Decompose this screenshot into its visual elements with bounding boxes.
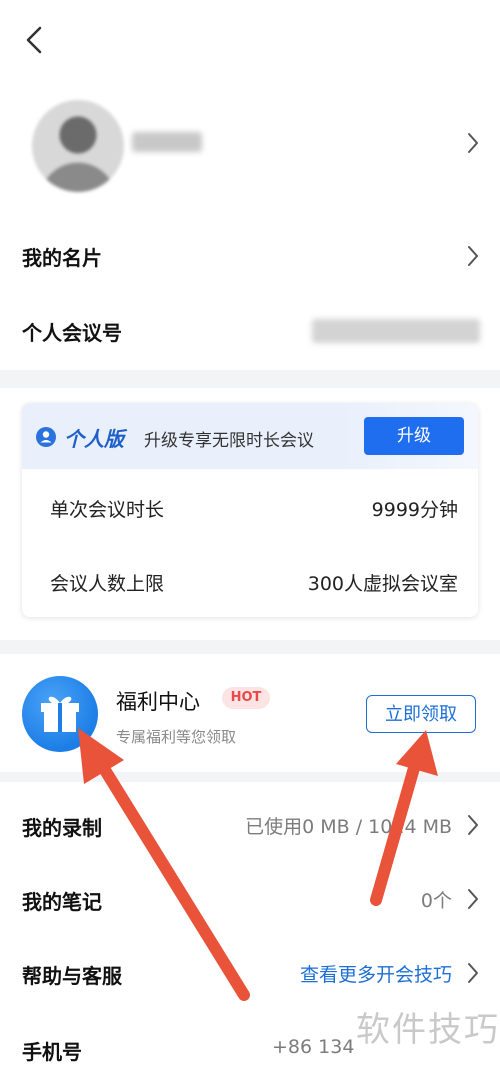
capacity-label: 会议人数上限 [50,573,165,595]
plan-card: 个人版 升级专享无限时长会议 升级 单次会议时长 9999分钟 会议人数上限 3… [22,403,478,617]
notes-count: 0个 [420,890,452,912]
capacity-value: 300人虚拟会议室 [307,573,458,595]
meeting-id-row[interactable]: 个人会议号 [0,305,500,357]
avatar [32,100,124,192]
business-card-row[interactable]: 我的名片 [0,230,500,282]
upgrade-button[interactable]: 升级 [364,417,464,455]
plan-description: 升级专享无限时长会议 [144,431,314,451]
help-support-row[interactable]: 帮助与客服 查看更多开会技巧 [0,948,500,998]
welfare-title: 福利中心 [116,690,200,714]
chevron-right-icon [468,246,478,266]
section-divider [0,640,500,654]
my-notes-row[interactable]: 我的笔记 0个 [0,874,500,924]
chevron-right-icon [468,815,478,835]
chevron-right-icon [468,963,478,983]
section-divider [0,772,500,782]
back-button[interactable] [18,20,54,60]
phone-label: 手机号 [22,1040,82,1064]
welfare-subtitle: 专属福利等您领取 [116,728,237,746]
gift-icon [22,676,98,752]
plan-card-header: 个人版 升级专享无限时长会议 升级 [22,403,478,469]
my-recordings-row[interactable]: 我的录制 已使用0 MB / 1024 MB [0,800,500,850]
user-name-blurred [132,132,202,152]
claim-now-button[interactable]: 立即领取 [366,695,476,733]
profile-row[interactable] [0,90,500,200]
section-divider [0,370,500,388]
recordings-usage: 已使用0 MB / 1024 MB [245,816,452,838]
chevron-right-icon [468,133,478,153]
meeting-id-value-blurred [312,319,480,343]
duration-value: 9999分钟 [371,499,458,521]
watermark: 软件技巧 [356,1010,500,1050]
plan-name: 个人版 [64,427,124,451]
chevron-left-icon [26,26,42,54]
phone-value: +86 134 [272,1036,355,1058]
business-card-label: 我的名片 [22,246,102,270]
recordings-label: 我的录制 [22,816,102,840]
chevron-right-icon [468,889,478,909]
help-label: 帮助与客服 [22,964,122,988]
hot-badge: HOT [222,687,270,709]
help-tips-link[interactable]: 查看更多开会技巧 [300,960,452,987]
notes-label: 我的笔记 [22,890,102,914]
meeting-id-label: 个人会议号 [22,321,122,345]
duration-label: 单次会议时长 [50,499,165,521]
user-badge-icon [36,427,56,447]
